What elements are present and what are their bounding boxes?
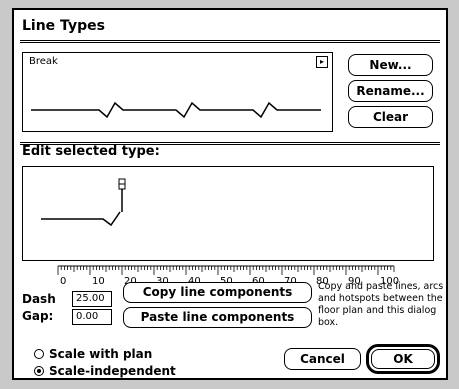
radio-off-icon: [34, 349, 44, 359]
line-segment-editor: [41, 178, 126, 227]
copy-line-components-button[interactable]: Copy line components: [123, 282, 312, 303]
ruler-label: 10: [92, 276, 105, 286]
scale-independent-label: Scale-independent: [49, 364, 176, 378]
edit-section-title: Edit selected type:: [22, 144, 160, 159]
title-divider: [20, 40, 440, 43]
line-type-preview-list[interactable]: Break ▸: [22, 52, 333, 132]
dash-label: Dash: [22, 292, 56, 306]
dash-field[interactable]: 25.00: [72, 291, 112, 307]
ruler-label: 0: [60, 276, 66, 286]
line-edit-area[interactable]: [22, 166, 434, 261]
break-line-preview: [31, 101, 321, 119]
help-text: Copy and paste lines, arcs and hotspots …: [318, 281, 444, 328]
gap-label: Gap:: [22, 309, 54, 323]
popup-arrow-icon[interactable]: ▸: [316, 56, 328, 68]
ok-button[interactable]: OK: [371, 349, 435, 369]
paste-line-components-button[interactable]: Paste line components: [123, 307, 312, 328]
line-type-name: Break: [29, 56, 58, 67]
line-preview-graphic: [31, 101, 321, 119]
rename-button[interactable]: Rename...: [348, 80, 433, 102]
cancel-button[interactable]: Cancel: [284, 348, 361, 370]
dialog-title: Line Types: [22, 18, 105, 34]
scale-with-plan-label: Scale with plan: [49, 347, 153, 361]
scale-independent-radio[interactable]: Scale-independent: [34, 364, 176, 378]
line-types-dialog: Line Types Break ▸ New... Rename... Clea…: [12, 8, 448, 380]
scale-with-plan-radio[interactable]: Scale with plan: [34, 347, 152, 361]
clear-button[interactable]: Clear: [348, 106, 433, 128]
edited-line-segment: [41, 211, 121, 227]
radio-on-icon: [34, 366, 44, 376]
gap-field[interactable]: 0.00: [72, 309, 112, 325]
new-button[interactable]: New...: [348, 54, 433, 76]
